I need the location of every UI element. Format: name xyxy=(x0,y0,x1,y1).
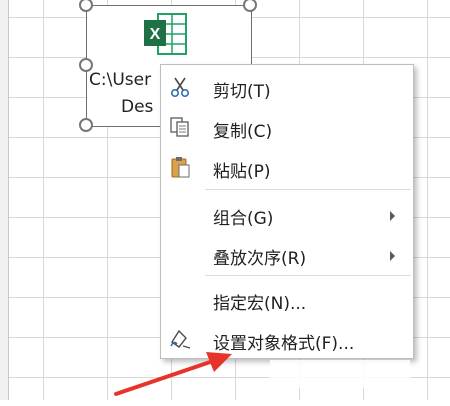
excel-file-icon: X xyxy=(140,10,192,58)
submenu-arrow-icon xyxy=(390,251,395,261)
menu-item-cut[interactable]: 剪切(T) xyxy=(161,69,413,105)
menu-separator xyxy=(205,189,411,190)
menu-item-label: 叠放次序(R) xyxy=(213,249,307,269)
svg-text:X: X xyxy=(150,26,161,43)
menu-item-label: 剪切(T) xyxy=(213,82,271,102)
menu-item-label: 粘贴(P) xyxy=(213,162,271,182)
row-header-edge xyxy=(0,0,9,400)
menu-item-paste[interactable]: 粘贴(P) xyxy=(161,149,413,185)
copy-icon xyxy=(168,116,192,138)
object-path-line2: Des xyxy=(121,97,154,117)
red-arrow-annotation xyxy=(108,346,248,402)
menu-separator xyxy=(205,275,411,276)
menu-item-assign-macro[interactable]: 指定宏(N)... xyxy=(161,281,413,317)
menu-item-order[interactable]: 叠放次序(R) xyxy=(161,236,413,272)
menu-item-group[interactable]: 组合(G) xyxy=(161,196,413,232)
paste-icon xyxy=(168,156,192,178)
cell-highlight xyxy=(270,360,410,388)
menu-item-copy[interactable]: 复制(C) xyxy=(161,109,413,145)
menu-item-label: 组合(G) xyxy=(213,209,274,229)
resize-handle-bottom-left[interactable] xyxy=(79,118,93,132)
scissors-icon xyxy=(168,76,192,98)
submenu-arrow-icon xyxy=(390,211,395,221)
menu-item-label: 指定宏(N)... xyxy=(213,294,307,314)
context-menu: 剪切(T) 复制(C) 粘贴(P) 组合(G) 叠放次序(R) 指定宏(N)..… xyxy=(160,64,414,359)
object-path-line1: C:\User xyxy=(89,70,152,90)
menu-item-label: 复制(C) xyxy=(213,122,273,142)
